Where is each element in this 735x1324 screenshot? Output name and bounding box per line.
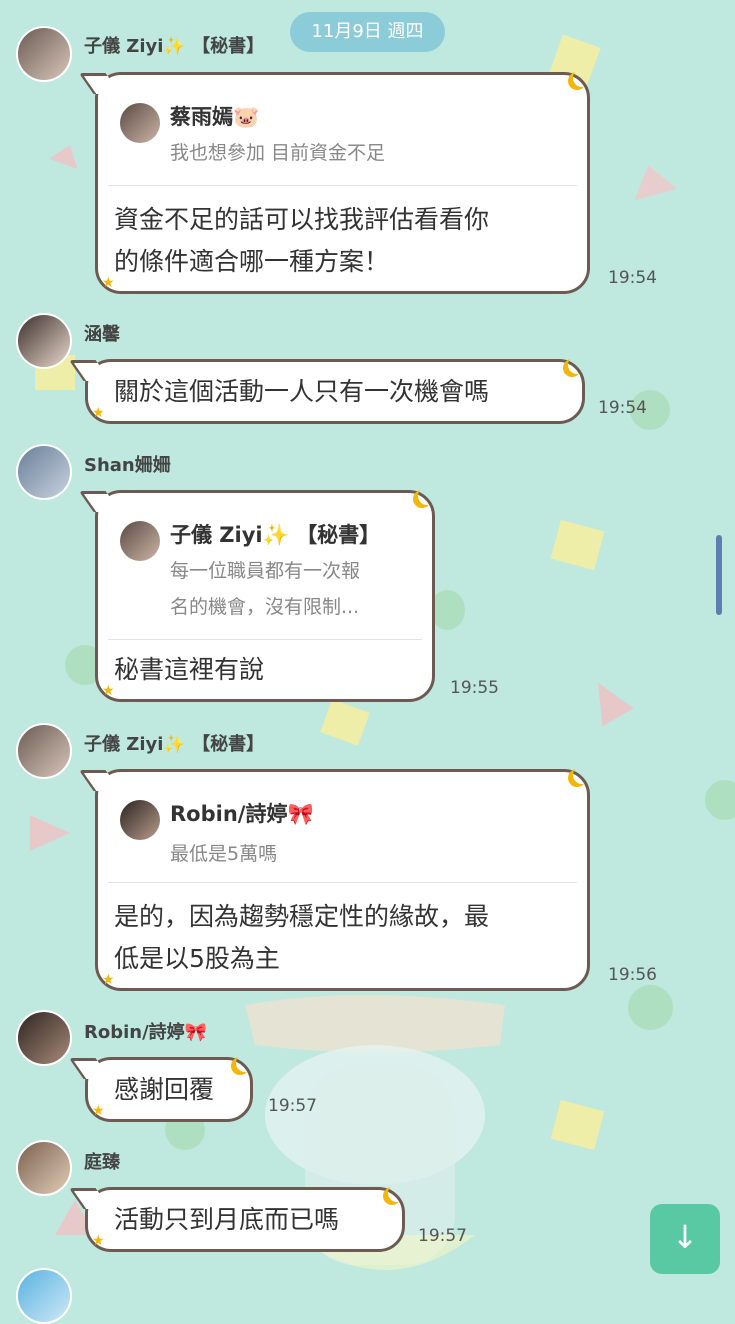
avatar[interactable] bbox=[16, 1140, 72, 1196]
avatar[interactable] bbox=[16, 1010, 72, 1066]
star-icon: ★ bbox=[92, 1103, 105, 1119]
reply-sender: Robin/詩婷🎀 bbox=[170, 802, 314, 826]
message-text: 資金不足的話可以找我評估看看你 的條件適合哪一種方案！ bbox=[114, 199, 489, 283]
timestamp: 19:57 bbox=[268, 1096, 317, 1116]
message-line: 低是以5股為主 bbox=[114, 944, 280, 973]
bubble-tail bbox=[68, 1058, 111, 1079]
avatar[interactable] bbox=[16, 313, 72, 369]
reply-sender: 子儀 Ziyi✨ 【秘書】 bbox=[170, 523, 381, 547]
sender-name: 子儀 Ziyi✨ 【秘書】 bbox=[84, 734, 265, 755]
scrollbar[interactable] bbox=[716, 535, 722, 615]
star-icon: ★ bbox=[102, 972, 115, 988]
reply-text: 最低是5萬嗎 bbox=[170, 843, 278, 865]
background-circle bbox=[705, 780, 735, 820]
message-line: 資金不足的話可以找我評估看看你 bbox=[114, 205, 490, 234]
timestamp: 19:54 bbox=[598, 398, 647, 418]
message-text: 活動只到月底而已嗎 bbox=[114, 1199, 339, 1241]
sender-name: 庭臻 bbox=[84, 1152, 120, 1173]
background-triangle bbox=[626, 159, 678, 201]
message-line: 感謝回覆 bbox=[114, 1075, 215, 1104]
sender-name: Robin/詩婷🎀 bbox=[84, 1022, 208, 1043]
reply-avatar bbox=[120, 521, 160, 561]
reply-sender: 蔡雨嫣🐷 bbox=[170, 105, 260, 129]
background-circle bbox=[628, 985, 673, 1030]
star-icon: ★ bbox=[102, 683, 115, 699]
reply-avatar bbox=[120, 800, 160, 840]
reply-text-line: 名的機會，沒有限制... bbox=[170, 596, 360, 618]
sender-name: 子儀 Ziyi✨ 【秘書】 bbox=[84, 36, 265, 57]
message-text: 是的，因為趨勢穩定性的緣故，最 低是以5股為主 bbox=[114, 896, 489, 980]
background-square bbox=[550, 519, 605, 571]
background-triangle bbox=[30, 815, 70, 851]
moon-icon bbox=[388, 1184, 406, 1202]
bubble-tail bbox=[68, 1188, 111, 1209]
moon-icon bbox=[236, 1054, 254, 1072]
message-text: 秘書這裡有說 bbox=[114, 649, 264, 691]
sender-name: Shan姍姍 bbox=[84, 455, 171, 476]
message-line: 活動只到月底而已嗎 bbox=[114, 1205, 340, 1234]
message-bubble[interactable]: 感謝回覆 ★ bbox=[68, 1054, 254, 1122]
star-icon: ★ bbox=[102, 275, 115, 291]
reply-avatar bbox=[120, 103, 160, 143]
background-square bbox=[320, 699, 370, 746]
sender-name: 涵馨 bbox=[84, 324, 120, 345]
message-line: 秘書這裡有說 bbox=[114, 655, 265, 684]
message-line: 關於這個活動一人只有一次機會嗎 bbox=[114, 377, 490, 406]
reply-text: 每一位職員都有一次報 名的機會，沒有限制... bbox=[170, 553, 360, 625]
background-triangle bbox=[582, 673, 634, 727]
message-bubble[interactable]: Robin/詩婷🎀 最低是5萬嗎 是的，因為趨勢穩定性的緣故，最 低是以5股為主… bbox=[78, 769, 590, 991]
timestamp: 19:57 bbox=[418, 1226, 467, 1246]
reply-preview[interactable]: 子儀 Ziyi✨ 【秘書】 每一位職員都有一次報 名的機會，沒有限制... bbox=[108, 503, 422, 640]
arrow-down-icon: ↓ bbox=[671, 1218, 699, 1256]
message-bubble[interactable]: 活動只到月底而已嗎 ★ bbox=[68, 1184, 406, 1252]
background-circle bbox=[430, 590, 465, 630]
bubble-tail bbox=[68, 360, 111, 381]
reply-preview[interactable]: 蔡雨嫣🐷 我也想參加 目前資金不足 bbox=[108, 85, 577, 186]
reply-preview[interactable]: Robin/詩婷🎀 最低是5萬嗎 bbox=[108, 782, 577, 883]
message-bubble[interactable]: 關於這個活動一人只有一次機會嗎 ★ bbox=[68, 356, 586, 424]
avatar[interactable] bbox=[16, 26, 72, 82]
message-line: 是的，因為趨勢穩定性的緣故，最 bbox=[114, 902, 490, 931]
background-triangle bbox=[49, 121, 91, 169]
message-bubble[interactable]: 子儀 Ziyi✨ 【秘書】 每一位職員都有一次報 名的機會，沒有限制... 秘書… bbox=[78, 490, 435, 702]
star-icon: ★ bbox=[92, 405, 105, 421]
date-separator: 11月9日 週四 bbox=[290, 12, 445, 52]
avatar[interactable] bbox=[16, 1268, 72, 1324]
reply-text: 我也想參加 目前資金不足 bbox=[170, 142, 386, 164]
scroll-to-bottom-button[interactable]: ↓ bbox=[650, 1204, 720, 1274]
message-bubble[interactable]: 蔡雨嫣🐷 我也想參加 目前資金不足 資金不足的話可以找我評估看看你 的條件適合哪… bbox=[78, 72, 590, 294]
star-icon: ★ bbox=[92, 1233, 105, 1249]
timestamp: 19:56 bbox=[608, 965, 657, 985]
message-text: 感謝回覆 bbox=[114, 1069, 214, 1111]
background-square bbox=[550, 1099, 605, 1151]
timestamp: 19:55 bbox=[450, 678, 499, 698]
message-text: 關於這個活動一人只有一次機會嗎 bbox=[114, 371, 489, 413]
moon-icon bbox=[568, 356, 586, 374]
timestamp: 19:54 bbox=[608, 268, 657, 288]
reply-text-line: 每一位職員都有一次報 bbox=[170, 560, 361, 582]
message-line: 的條件適合哪一種方案！ bbox=[114, 247, 390, 276]
avatar[interactable] bbox=[16, 723, 72, 779]
avatar[interactable] bbox=[16, 444, 72, 500]
